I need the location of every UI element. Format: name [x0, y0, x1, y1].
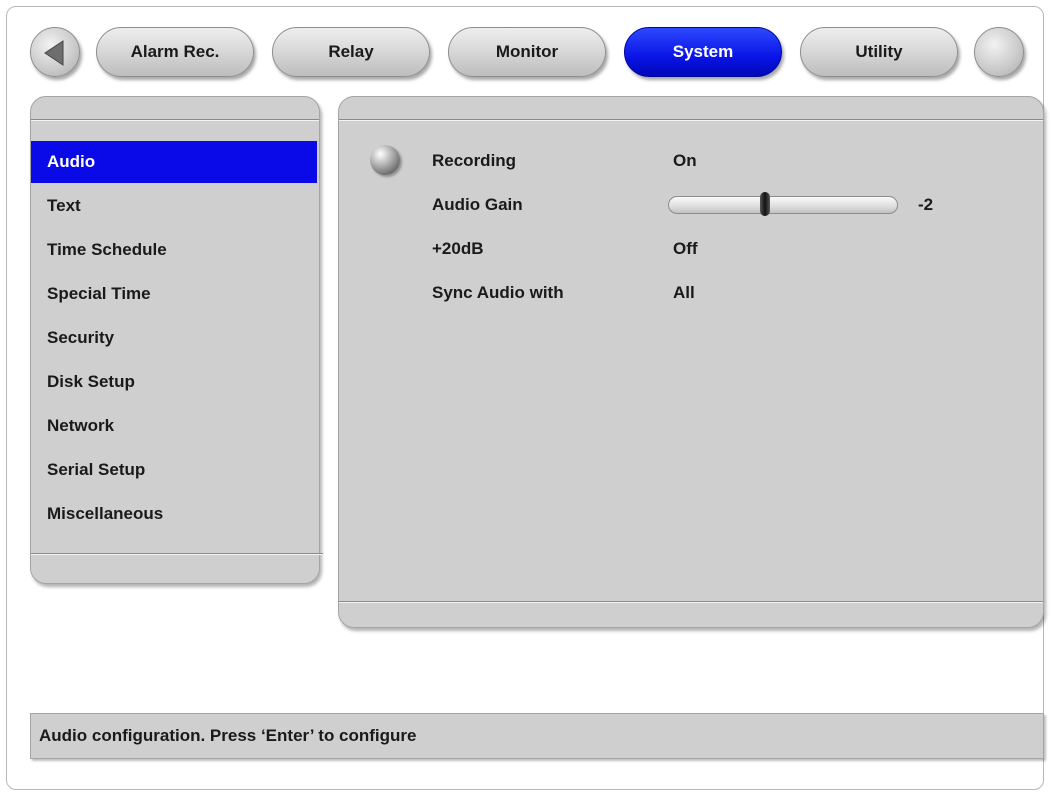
tab-relay[interactable]: Relay: [272, 27, 430, 77]
sidebar-top-divider: [31, 119, 319, 121]
audio-gain-slider-handle[interactable]: [760, 192, 771, 216]
sidebar-item-audio[interactable]: Audio: [31, 141, 317, 183]
sidebar-bottom-divider: [31, 553, 323, 555]
settings-top-divider: [339, 119, 1043, 121]
sidebar-item-disk-setup[interactable]: Disk Setup: [31, 361, 317, 403]
settings-bottom-divider: [339, 601, 1043, 603]
tab-alarm-rec[interactable]: Alarm Rec.: [96, 27, 254, 77]
boost-20db-label: +20dB: [432, 239, 484, 258]
sidebar-item-text[interactable]: Text: [31, 185, 317, 227]
status-text: Audio configuration. Press ‘Enter’ to co…: [39, 726, 417, 745]
sidebar-item-miscellaneous[interactable]: Miscellaneous: [31, 493, 317, 535]
tab-utility[interactable]: Utility: [800, 27, 958, 77]
sidebar-item-special-time[interactable]: Special Time: [31, 273, 317, 315]
tab-system[interactable]: System: [624, 27, 782, 77]
settings-panel: [338, 96, 1044, 628]
sidebar-item-security[interactable]: Security: [31, 317, 317, 359]
left-arrow-icon: [44, 40, 64, 66]
sync-audio-label: Sync Audio with: [432, 283, 564, 302]
recording-label: Recording: [432, 151, 517, 170]
sphere-bullet-icon: [370, 145, 400, 175]
boost-20db-value[interactable]: Off: [673, 239, 698, 259]
next-tab-button[interactable]: [974, 27, 1024, 77]
sidebar-item-time-schedule[interactable]: Time Schedule: [31, 229, 317, 271]
audio-gain-label: Audio Gain: [432, 195, 523, 214]
audio-gain-slider[interactable]: [668, 196, 898, 214]
sidebar-item-network[interactable]: Network: [31, 405, 317, 447]
recording-value[interactable]: On: [673, 151, 697, 171]
sidebar-panel: Audio Text Time Schedule Special Time Se…: [30, 96, 323, 584]
status-bar: Audio configuration. Press ‘Enter’ to co…: [30, 713, 1044, 759]
next-icon: [975, 28, 1025, 78]
sidebar-item-serial-setup[interactable]: Serial Setup: [31, 449, 317, 491]
previous-tab-button[interactable]: [30, 27, 80, 77]
tab-monitor[interactable]: Monitor: [448, 27, 606, 77]
sync-audio-value[interactable]: All: [673, 283, 695, 303]
audio-gain-value: -2: [918, 195, 934, 214]
